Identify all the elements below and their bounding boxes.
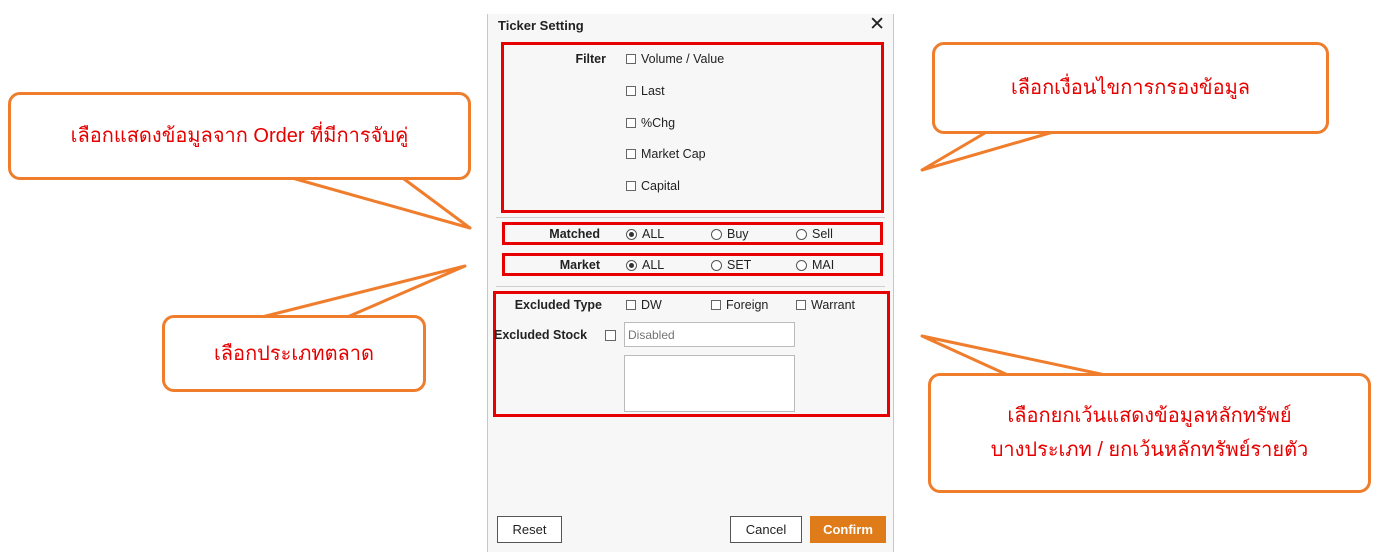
checkbox-icon[interactable] (626, 149, 636, 159)
filter-checkbox-volume-value[interactable]: Volume / Value (626, 52, 724, 66)
callout-tail-excluded (920, 334, 1112, 378)
confirm-button[interactable]: Confirm (810, 516, 886, 543)
market-radio-all[interactable]: ALL (626, 258, 664, 272)
excluded-type-option-label: Foreign (726, 298, 769, 312)
radio-icon[interactable] (711, 259, 722, 271)
filter-label: Filter (575, 52, 606, 66)
excluded-checkbox-dw[interactable]: DW (626, 298, 662, 312)
checkbox-icon[interactable] (626, 54, 636, 64)
excluded-stock-label: Excluded Stock (494, 328, 588, 342)
excluded-type-label: Excluded Type (514, 298, 602, 312)
callout-tail-matched (283, 174, 472, 230)
callout-market-text: เลือกประเภทตลาด (213, 342, 375, 365)
market-radio-set[interactable]: SET (711, 258, 751, 272)
market-option-label: SET (727, 258, 752, 272)
ticker-setting-dialog: Ticker Setting ✕ Filter Volume / Value L… (487, 14, 894, 552)
divider (496, 217, 885, 218)
callout-excluded-line1: เลือกยกเว้นแสดงข้อมูลหลักทรัพย์ (1007, 405, 1292, 427)
market-radio-mai[interactable]: MAI (796, 258, 834, 272)
matched-radio-sell[interactable]: Sell (796, 227, 833, 241)
checkbox-icon[interactable] (626, 86, 636, 96)
filter-checkbox-last[interactable]: Last (626, 84, 665, 98)
market-label: Market (559, 258, 600, 272)
filter-checkbox-capital[interactable]: Capital (626, 179, 680, 193)
callout-filter: เลือกเงื่อนไขการกรองข้อมูล (932, 42, 1329, 134)
matched-option-label: Buy (727, 227, 749, 241)
callout-matched: เลือกแสดงข้อมูลจาก Order ที่มีการจับคู่ (8, 92, 471, 180)
radio-icon[interactable] (711, 228, 722, 240)
excluded-type-option-label: Warrant (811, 298, 855, 312)
divider (496, 286, 885, 287)
matched-option-label: Sell (812, 227, 833, 241)
filter-checkbox-chg[interactable]: %Chg (626, 116, 675, 130)
excluded-type-option-label: DW (641, 298, 662, 312)
excluded-stock-list[interactable] (624, 355, 795, 412)
filter-option-label: %Chg (641, 116, 676, 130)
radio-icon[interactable] (796, 228, 807, 240)
checkbox-icon[interactable] (796, 300, 806, 310)
checkbox-icon[interactable] (626, 300, 636, 310)
excluded-checkbox-warrant[interactable]: Warrant (796, 298, 855, 312)
callout-tail-market (256, 264, 467, 320)
matched-radio-all[interactable]: ALL (626, 227, 664, 241)
filter-option-label: Capital (641, 179, 680, 193)
excluded-stock-checkbox[interactable] (605, 330, 616, 341)
callout-excluded-line2: บางประเภท / ยกเว้นหลักทรัพย์รายตัว (990, 439, 1309, 461)
callout-filter-text: เลือกเงื่อนไขการกรองข้อมูล (1010, 77, 1251, 99)
reset-button[interactable]: Reset (497, 516, 562, 543)
market-option-label: ALL (642, 258, 665, 272)
callout-matched-text: เลือกแสดงข้อมูลจาก Order ที่มีการจับคู่ (70, 125, 409, 147)
matched-radio-buy[interactable]: Buy (711, 227, 749, 241)
dialog-title: Ticker Setting (498, 18, 584, 33)
cancel-button[interactable]: Cancel (730, 516, 802, 543)
callout-tail-filter (920, 128, 1062, 172)
matched-label: Matched (549, 227, 600, 241)
matched-option-label: ALL (642, 227, 665, 241)
close-icon[interactable]: ✕ (869, 15, 885, 35)
filter-checkbox-market-cap[interactable]: Market Cap (626, 147, 706, 161)
filter-option-label: Market Cap (641, 147, 706, 161)
checkbox-icon[interactable] (711, 300, 721, 310)
filter-highlight-box (501, 42, 884, 213)
checkbox-icon[interactable] (626, 181, 636, 191)
callout-market: เลือกประเภทตลาด (162, 315, 426, 392)
checkbox-icon[interactable] (626, 118, 636, 128)
filter-option-label: Volume / Value (641, 52, 725, 66)
callout-excluded: เลือกยกเว้นแสดงข้อมูลหลักทรัพย์ บางประเภ… (928, 373, 1371, 493)
excluded-stock-input[interactable] (624, 322, 795, 347)
radio-selected-icon[interactable] (626, 228, 637, 240)
radio-icon[interactable] (796, 259, 807, 271)
market-option-label: MAI (812, 258, 835, 272)
excluded-checkbox-foreign[interactable]: Foreign (711, 298, 768, 312)
filter-option-label: Last (641, 84, 665, 98)
radio-selected-icon[interactable] (626, 259, 637, 271)
